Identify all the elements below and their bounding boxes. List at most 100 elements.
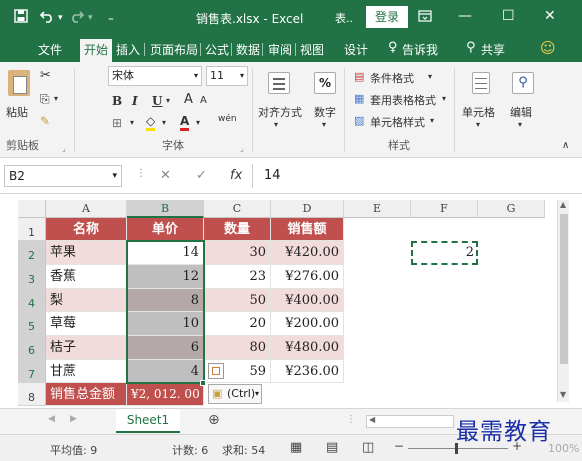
undo-icon[interactable] (39, 9, 54, 27)
row-header[interactable]: 4 (18, 289, 46, 312)
paste-label[interactable]: 粘贴 (6, 104, 28, 120)
tab-insert[interactable]: 插入 (116, 41, 140, 58)
chevron-down-icon[interactable]: ▾ (476, 120, 480, 129)
total-label-cell[interactable]: 销售总金额 (46, 383, 127, 406)
zoom-out-icon[interactable]: − (394, 439, 404, 453)
conditional-format-button[interactable]: 条件格式 (370, 70, 414, 86)
table-cell[interactable]: ¥276.00 (271, 265, 344, 289)
tab-design[interactable]: 设计 (344, 41, 368, 58)
scroll-left-icon[interactable]: ◀ (48, 414, 55, 424)
scroll-right-icon[interactable]: ▶ (70, 414, 77, 424)
table-cell[interactable]: 桔子 (46, 336, 127, 360)
tab-formulas[interactable]: 公式 (205, 41, 229, 58)
page-layout-view-icon[interactable]: ▤ (326, 440, 338, 455)
table-cell[interactable]: ¥480.00 (271, 336, 344, 360)
row-header[interactable]: 5 (18, 312, 46, 336)
column-header-e[interactable]: E (344, 200, 411, 218)
customize-icon[interactable]: ₌ (108, 11, 114, 24)
table-cell[interactable]: 50 (204, 289, 271, 312)
lightbulb-icon[interactable]: ♀ (388, 40, 398, 55)
total-value-cell[interactable]: ¥2, 012. 00 (127, 383, 204, 406)
column-header-c[interactable]: C (204, 200, 271, 218)
cell-style-button[interactable]: 单元格样式 (370, 114, 425, 130)
fill-dropdown-icon[interactable]: ▾ (162, 118, 166, 127)
border-dropdown-icon[interactable]: ▾ (130, 118, 134, 127)
share-button[interactable]: 共享 (481, 41, 505, 58)
column-header-f[interactable]: F (411, 200, 478, 218)
tell-me-box[interactable]: 告诉我 (402, 41, 438, 58)
redo-dropdown-icon[interactable]: ▾ (88, 13, 93, 23)
format-painter-icon[interactable]: ✎ (40, 114, 50, 128)
table-cell[interactable]: ¥236.00 (271, 360, 344, 383)
copy-icon[interactable]: ⎘ (40, 92, 50, 107)
table-cell[interactable]: 梨 (46, 289, 127, 312)
row-header[interactable]: 1 (18, 218, 46, 241)
close-button[interactable]: ✕ (544, 8, 556, 24)
table-cell[interactable]: 80 (204, 336, 271, 360)
row-header[interactable]: 3 (18, 265, 46, 289)
tab-page-layout[interactable]: 页面布局 (150, 41, 198, 58)
ribbon-display-icon[interactable] (418, 9, 432, 27)
table-cell[interactable]: 23 (204, 265, 271, 289)
column-header-d[interactable]: D (271, 200, 344, 218)
table-cell[interactable]: 8 (127, 289, 204, 312)
cell-style-icon[interactable]: ▧ (354, 114, 364, 127)
column-header-a[interactable]: A (46, 200, 127, 218)
table-cell[interactable]: 香蕉 (46, 265, 127, 289)
table-cell[interactable]: 4 (127, 360, 204, 383)
tab-file[interactable]: 文件 (38, 41, 62, 58)
underline-dropdown-icon[interactable]: ▾ (166, 96, 170, 105)
zoom-level[interactable]: 100% (548, 442, 579, 455)
select-all-corner[interactable] (18, 200, 46, 218)
conditional-format-icon[interactable]: ▤ (354, 70, 364, 83)
tab-review[interactable]: 审阅 (268, 41, 292, 58)
table-cell[interactable]: 14 (127, 241, 204, 265)
border-icon[interactable]: ⊞ (112, 116, 122, 130)
scrollbar-thumb[interactable] (560, 214, 568, 364)
dialog-launcher-icon[interactable]: ⌟ (62, 144, 66, 153)
zoom-slider[interactable] (408, 448, 508, 449)
formula-input[interactable]: 14 (264, 168, 281, 183)
column-header-b[interactable]: B (127, 200, 204, 218)
table-cell[interactable]: 草莓 (46, 312, 127, 336)
chevron-down-icon[interactable]: ▾ (518, 120, 522, 129)
alignment-button[interactable]: 对齐方式 (258, 104, 302, 120)
table-cell[interactable]: 30 (204, 241, 271, 265)
copy-dropdown-icon[interactable]: ▾ (54, 94, 58, 103)
align-icon[interactable] (268, 72, 290, 94)
fill-color-icon[interactable]: ◇ (146, 114, 156, 131)
tab-data[interactable]: 数据 (236, 41, 260, 58)
cut-icon[interactable]: ✂ (40, 68, 51, 83)
enter-icon[interactable]: ✓ (196, 168, 207, 183)
header-cell[interactable]: 单价 (127, 218, 204, 241)
cancel-icon[interactable]: ✕ (160, 168, 171, 183)
table-cell[interactable]: ¥200.00 (271, 312, 344, 336)
font-color-dropdown-icon[interactable]: ▾ (196, 118, 200, 127)
fill-handle[interactable] (200, 380, 206, 386)
table-cell[interactable]: 苹果 (46, 241, 127, 265)
edit-button[interactable]: 编辑 (510, 104, 532, 120)
login-button[interactable]: 登录 (366, 6, 408, 28)
header-cell[interactable]: 数量 (204, 218, 271, 241)
chevron-down-icon[interactable]: ▾ (430, 116, 434, 125)
scroll-left-icon[interactable]: ◀ (369, 415, 375, 424)
table-cell[interactable]: 甘蔗 (46, 360, 127, 383)
name-box[interactable]: B2 ▾ (4, 165, 122, 187)
vertical-scrollbar[interactable]: ▲ ▼ (557, 200, 569, 402)
font-color-button[interactable]: A (180, 114, 190, 131)
smiley-icon[interactable]: ☺ (540, 39, 556, 57)
row-header[interactable]: 2 (18, 241, 46, 265)
header-cell[interactable]: 名称 (46, 218, 127, 241)
column-header-g[interactable]: G (478, 200, 545, 218)
cells-button[interactable]: 单元格 (462, 104, 495, 120)
chevron-down-icon[interactable]: ▾ (442, 94, 446, 103)
shrink-font-button[interactable]: A (200, 95, 207, 106)
page-break-view-icon[interactable]: ◫ (362, 440, 374, 455)
table-cell[interactable]: 10 (127, 312, 204, 336)
normal-view-icon[interactable]: ▦ (290, 440, 302, 455)
dialog-launcher-icon[interactable]: ⌟ (240, 144, 244, 153)
phonetic-button[interactable]: wén (218, 114, 237, 124)
row-header[interactable]: 8 (18, 383, 46, 406)
table-cell[interactable]: ¥420.00 (271, 241, 344, 265)
row-header[interactable]: 7 (18, 360, 46, 383)
